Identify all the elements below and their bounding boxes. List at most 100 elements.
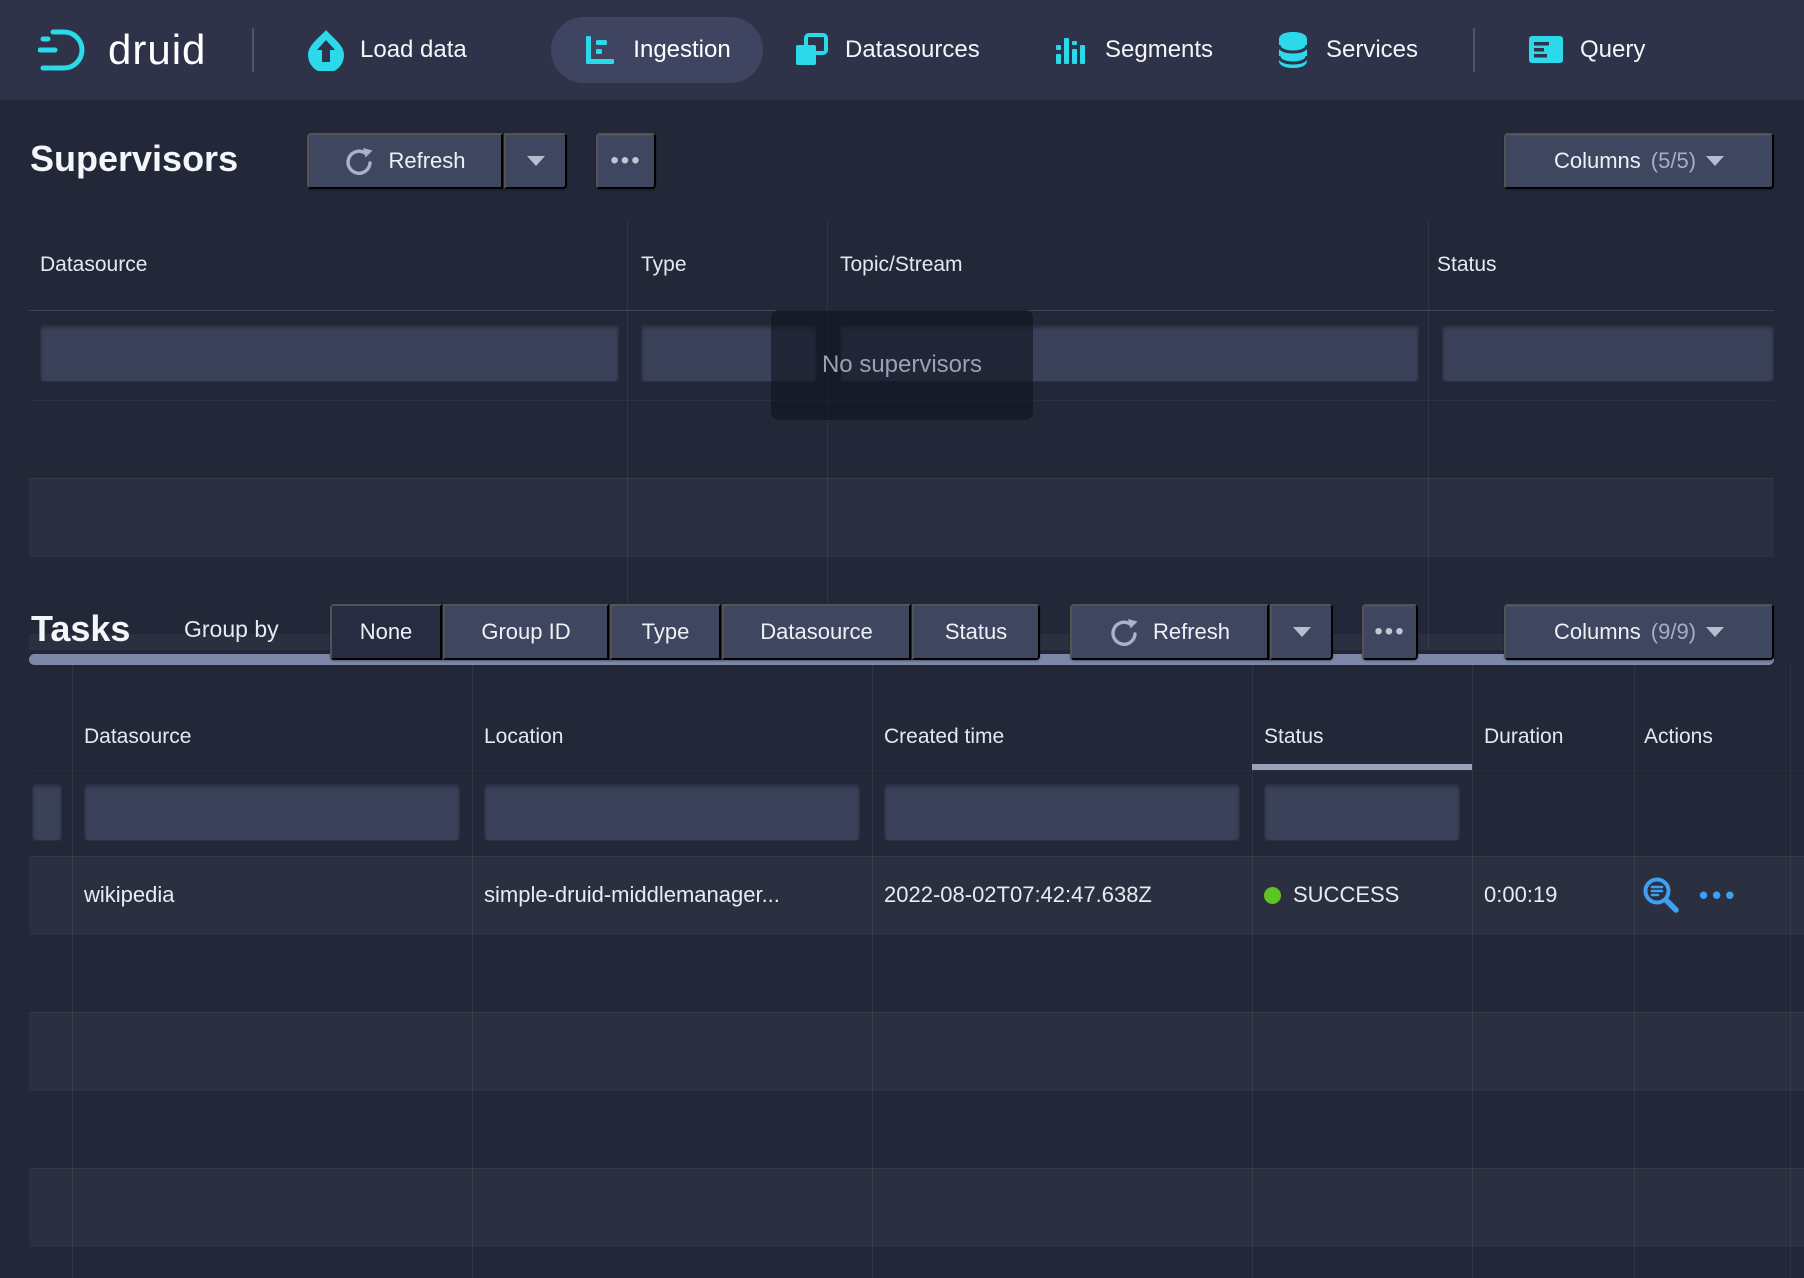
nav-item-query[interactable]: Query [1528, 0, 1645, 100]
column-header-location[interactable]: Location [484, 704, 563, 770]
nav-divider [252, 28, 254, 72]
row-border [29, 556, 1774, 557]
status-text: SUCCESS [1293, 882, 1399, 908]
group-by-status-button[interactable]: Status [912, 604, 1040, 660]
header-bottom-border [29, 770, 1804, 771]
nav-item-label: Datasources [845, 36, 980, 64]
group-by-datasource-button[interactable]: Datasource [722, 604, 911, 660]
brand-name: druid [108, 26, 206, 74]
column-header-actions[interactable]: Actions [1644, 704, 1713, 770]
datasource-filter-input[interactable] [40, 325, 619, 382]
nav-item-segments[interactable]: Segments [1053, 0, 1213, 100]
group-by-label: Group by [184, 616, 279, 643]
column-header-status[interactable]: Status [1437, 219, 1497, 310]
columns-label: Columns [1554, 619, 1641, 645]
ingestion-chart-icon [583, 33, 617, 67]
status-filter-input[interactable] [1264, 784, 1460, 841]
tasks-columns-button[interactable]: Columns (9/9) [1504, 604, 1774, 660]
location-filter-input[interactable] [484, 784, 860, 841]
nav-item-ingestion-active[interactable]: Ingestion [551, 17, 763, 83]
created-time-filter-input[interactable] [884, 784, 1240, 841]
query-console-icon [1528, 34, 1564, 66]
tasks-more-button[interactable]: ••• [1362, 604, 1418, 660]
column-header-datasource[interactable]: Datasource [40, 219, 147, 310]
group-by-group-id-button[interactable]: Group ID [443, 604, 609, 660]
tasks-title: Tasks [31, 608, 130, 650]
chevron-down-icon [527, 156, 545, 166]
task-actions-menu-icon[interactable]: ••• [1699, 880, 1738, 911]
nav-divider [1473, 28, 1475, 72]
group-by-type-button[interactable]: Type [610, 604, 721, 660]
nav-item-datasources[interactable]: Datasources [793, 0, 980, 100]
task-row-duration-cell[interactable]: 0:00:19 [1484, 856, 1557, 934]
task-details-magnifier-icon[interactable] [1641, 875, 1681, 915]
nav-item-services[interactable]: Services [1276, 0, 1418, 100]
task-row-actions-cell: ••• [1641, 856, 1738, 934]
column-header-type[interactable]: Type [641, 219, 687, 310]
task-row-location-cell[interactable]: simple-druid-middlemanager... [484, 856, 864, 934]
supervisors-refresh-button[interactable]: Refresh [307, 133, 503, 189]
column-header-status[interactable]: Status [1264, 704, 1324, 770]
row-border [29, 934, 1804, 935]
supervisors-more-button[interactable]: ••• [596, 133, 656, 189]
column-header-duration[interactable]: Duration [1484, 704, 1563, 770]
nav-item-label: Services [1326, 36, 1418, 64]
column-divider [827, 219, 828, 650]
chevron-down-icon [1706, 627, 1724, 637]
status-filter-input[interactable] [1442, 325, 1774, 382]
status-success-dot [1264, 887, 1281, 904]
column-divider [627, 219, 628, 650]
group-by-segmented-control: None Group ID Type Datasource Status [330, 604, 1040, 660]
tasks-refresh-group: Refresh [1070, 604, 1333, 660]
column-header-datasource[interactable]: Datasource [84, 704, 191, 770]
row-border [29, 1168, 1804, 1169]
row-border [29, 1246, 1804, 1247]
group-filter-input[interactable] [32, 784, 62, 841]
upload-icon [308, 29, 344, 71]
supervisors-refresh-group: Refresh [307, 133, 567, 189]
row-border [29, 1090, 1804, 1091]
task-row-created-time-cell[interactable]: 2022-08-02T07:42:47.638Z [884, 856, 1152, 934]
top-nav: druid Load data [0, 0, 1804, 100]
refresh-icon [1109, 617, 1139, 647]
nav-item-label: Load data [360, 36, 467, 64]
group-by-none-button[interactable]: None [330, 604, 442, 660]
supervisors-columns-button[interactable]: Columns (5/5) [1504, 133, 1774, 189]
druid-console: druid Load data [0, 0, 1804, 1278]
supervisors-table: Datasource Type Topic/Stream Status No s… [29, 219, 1774, 650]
row-stripe [29, 1012, 1804, 1090]
empty-state-overlay: No supervisors [771, 310, 1033, 420]
refresh-label: Refresh [388, 148, 465, 174]
row-border [29, 1012, 1804, 1013]
segments-bars-icon [1053, 32, 1089, 68]
tasks-refresh-button[interactable]: Refresh [1070, 604, 1269, 660]
tasks-refresh-dropdown-button[interactable] [1270, 604, 1333, 660]
druid-logo[interactable]: druid [38, 0, 206, 100]
chevron-down-icon [1293, 627, 1311, 637]
nav-item-label: Query [1580, 36, 1645, 64]
row-stripe [29, 478, 1774, 556]
more-dots-icon: ••• [610, 149, 641, 173]
refresh-icon [344, 146, 374, 176]
supervisors-title: Supervisors [30, 138, 238, 180]
more-dots-icon: ••• [1374, 620, 1405, 644]
chevron-down-icon [1706, 156, 1724, 166]
datasources-stack-icon [793, 32, 829, 68]
refresh-label: Refresh [1153, 619, 1230, 645]
supervisors-refresh-dropdown-button[interactable] [504, 133, 567, 189]
column-header-topic-stream[interactable]: Topic/Stream [840, 219, 963, 310]
nav-item-label: Segments [1105, 36, 1213, 64]
services-database-icon [1276, 30, 1310, 70]
columns-count: (5/5) [1651, 148, 1696, 174]
datasource-filter-input[interactable] [84, 784, 460, 841]
column-header-created-time[interactable]: Created time [884, 704, 1004, 770]
task-row-datasource-cell[interactable]: wikipedia [84, 856, 175, 934]
nav-item-label: Ingestion [633, 36, 730, 64]
empty-state-message: No supervisors [822, 351, 982, 379]
row-stripe [29, 1168, 1804, 1246]
nav-item-load-data[interactable]: Load data [308, 0, 467, 100]
druid-logo-icon [38, 26, 90, 74]
tasks-table: Datasource Location Created time Status … [29, 664, 1804, 1278]
column-divider [1428, 219, 1429, 650]
task-row-status-cell[interactable]: SUCCESS [1264, 856, 1399, 934]
